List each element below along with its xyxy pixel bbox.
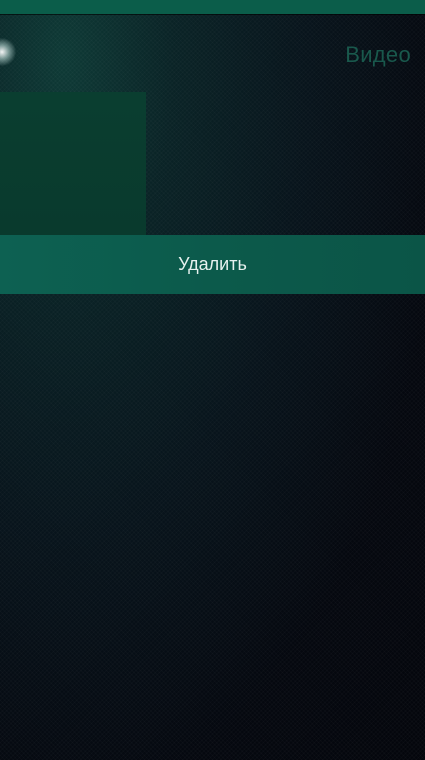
status-bar [0, 0, 425, 14]
page-title: Видео [345, 42, 411, 67]
video-thumbnail[interactable] [0, 92, 146, 235]
context-menu: Удалить [0, 235, 425, 294]
app-screen: Видео Удалить [0, 0, 425, 760]
pulley-menu-indicator-icon [0, 38, 16, 66]
delete-menu-item[interactable]: Удалить [0, 235, 425, 294]
